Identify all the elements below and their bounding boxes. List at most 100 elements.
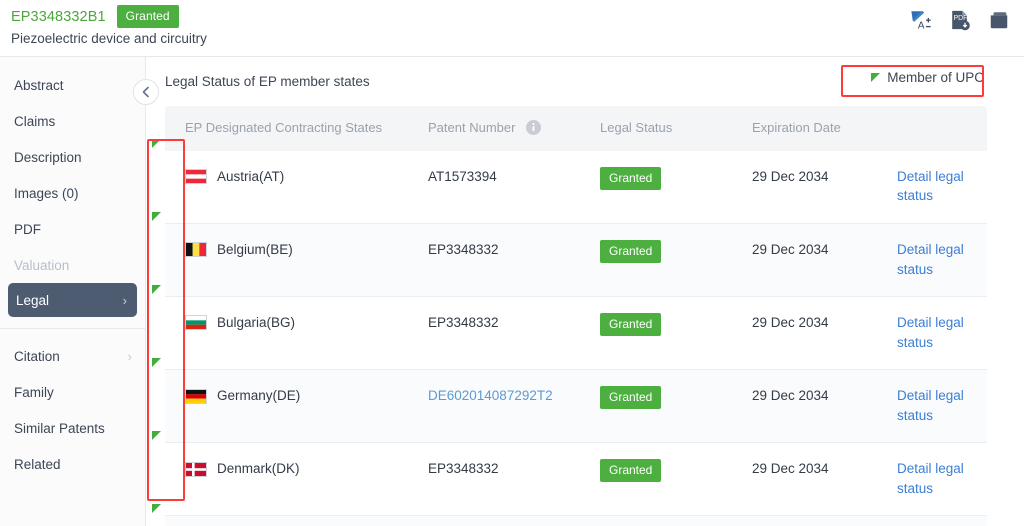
- upc-legend-label: Member of UPC: [887, 70, 984, 85]
- patent-number-value: EP3348332: [428, 315, 499, 331]
- pdf-download-icon[interactable]: PDF: [949, 9, 971, 31]
- cell-state: Belgium(BE): [152, 211, 408, 298]
- sidebar-item-label: Abstract: [14, 77, 64, 93]
- cell-expiration-date: 29 Dec 2034: [732, 150, 877, 224]
- patent-number-value: EP3348332: [428, 241, 499, 257]
- sidebar-item-claims[interactable]: Claims: [0, 103, 145, 139]
- sidebar-item-label: Valuation: [14, 257, 70, 273]
- status-badge: Granted: [600, 239, 662, 263]
- status-badge: Granted: [600, 313, 662, 337]
- detail-legal-status-link[interactable]: Detail legal status: [897, 242, 964, 277]
- legal-status-page: EP3348332B1 Granted Piezoelectric device…: [0, 0, 1024, 526]
- cell-state: Estonia(EE): [152, 504, 408, 526]
- chevron-right-icon: ›: [127, 348, 132, 364]
- cell-patent-number: EP3348332: [408, 442, 580, 517]
- cell-patent-number: EP3348332: [408, 296, 580, 371]
- upc-member-flag-icon: [152, 211, 161, 221]
- patent-number-value[interactable]: DE602014087292T2: [428, 388, 553, 403]
- table-row: Estonia(EE) Granted29 Dec 2034Detail lega…: [152, 504, 987, 526]
- sidebar-item-images[interactable]: Images (0): [0, 175, 145, 211]
- upc-flag-icon: [871, 73, 881, 82]
- country-flag-icon: [185, 169, 207, 185]
- country-name: Denmark(DK): [217, 461, 300, 477]
- cell-expiration-date: 29 Dec 2034: [732, 223, 877, 298]
- cell-legal-status: Granted: [580, 369, 732, 444]
- table-body: Austria(AT) AT1573394 Granted 29 Dec 2034 De…: [152, 138, 987, 526]
- sidebar-item-label: PDF: [14, 221, 41, 237]
- cell-legal-status: Granted: [580, 150, 732, 224]
- legal-status-panel: Legal Status of EP member states Member …: [147, 57, 1024, 526]
- cell-expiration-date: 29 Dec 2034: [732, 515, 877, 526]
- column-header-states: EP Designated Contracting States: [165, 106, 408, 151]
- detail-legal-status-link[interactable]: Detail legal status: [897, 169, 964, 204]
- country-name: Belgium(BE): [217, 241, 293, 257]
- cell-detail-link: Detail legal status: [877, 369, 987, 444]
- expiration-date-value: 29 Dec 2034: [752, 168, 829, 184]
- cell-detail-link: Detail legal status: [877, 296, 987, 371]
- country-name: Germany(DE): [217, 388, 301, 404]
- legal-status-table-wrapper: EP Designated Contracting States Patent …: [152, 106, 987, 526]
- sidebar-item-label: Claims: [14, 113, 56, 129]
- cell-patent-number: EP3348332: [408, 223, 580, 298]
- cell-expiration-date: 29 Dec 2034: [732, 442, 877, 517]
- sidebar-item-label: Family: [14, 384, 54, 400]
- upc-member-flag-icon: [152, 358, 161, 368]
- upc-member-flag-icon: [152, 431, 161, 441]
- expiration-date-value: 29 Dec 2034: [752, 241, 829, 257]
- patent-number-value: AT1573394: [428, 168, 497, 184]
- cell-detail-link: Detail legal status: [877, 223, 987, 298]
- upc-member-flag-icon: [152, 504, 161, 514]
- table-row: Denmark(DK) EP3348332 Granted 29 Dec 2034 De…: [152, 431, 987, 517]
- country-name: Bulgaria(BG): [217, 315, 296, 331]
- patent-header: EP3348332B1 Granted Piezoelectric device…: [0, 0, 1024, 57]
- sidebar-item-pdf[interactable]: PDF: [0, 211, 145, 247]
- sidebar-item-similar-patents[interactable]: Similar Patents: [0, 410, 145, 446]
- cell-state: Austria(AT): [152, 138, 408, 224]
- status-badge: Granted: [600, 459, 662, 483]
- detail-legal-status-link[interactable]: Detail legal status: [897, 461, 964, 496]
- cell-detail-link: Detail legal status: [877, 442, 987, 517]
- sidebar-item-label: Description: [14, 149, 82, 165]
- translate-text-size-icon[interactable]: A: [910, 9, 932, 31]
- expiration-date-value: 29 Dec 2034: [752, 315, 829, 331]
- sidebar-item-citation[interactable]: Citation ›: [0, 338, 145, 374]
- panel-title: Legal Status of EP member states: [165, 74, 370, 89]
- sidebar-item-legal[interactable]: Legal ›: [8, 283, 137, 317]
- upc-legend: Member of UPC: [871, 70, 984, 85]
- publication-row: EP3348332B1 Granted: [11, 5, 179, 28]
- cell-patent-number: AT1573394: [408, 150, 580, 224]
- sidebar-item-description[interactable]: Description: [0, 139, 145, 175]
- country-name: Austria(AT): [217, 168, 285, 184]
- cell-expiration-date: 29 Dec 2034: [732, 369, 877, 444]
- info-icon[interactable]: [526, 120, 542, 135]
- header-icon-group: A PDF: [910, 9, 1010, 31]
- column-header-patent-number: Patent Number: [408, 106, 580, 151]
- country-flag-icon: [185, 242, 207, 258]
- status-badge: Granted: [600, 166, 662, 190]
- table-header-row: EP Designated Contracting States Patent …: [165, 106, 987, 151]
- legal-status-table: EP Designated Contracting States Patent …: [152, 106, 987, 526]
- detail-legal-status-link[interactable]: Detail legal status: [897, 388, 964, 423]
- sidebar-collapse-button[interactable]: [133, 79, 159, 105]
- sidebar-nav: Abstract Claims Description Images (0) P…: [0, 57, 146, 526]
- sidebar-item-abstract[interactable]: Abstract: [0, 67, 145, 103]
- sidebar-item-label: Similar Patents: [14, 420, 105, 436]
- chevron-right-icon: ›: [122, 292, 127, 308]
- country-flag-icon: [185, 315, 207, 331]
- column-header-patent-number-label: Patent Number: [428, 120, 516, 135]
- sidebar-divider: [0, 328, 145, 329]
- column-header-expiration-date: Expiration Date: [732, 106, 877, 151]
- publication-number[interactable]: EP3348332B1: [11, 9, 106, 25]
- sidebar-item-valuation: Valuation: [0, 247, 145, 283]
- sidebar-item-related[interactable]: Related: [0, 446, 145, 482]
- sidebar-item-label: Related: [14, 456, 61, 472]
- sidebar-item-label: Citation: [14, 348, 60, 364]
- briefcase-icon[interactable]: [988, 9, 1010, 31]
- detail-legal-status-link[interactable]: Detail legal status: [897, 315, 964, 350]
- cell-detail-link: Detail legal status: [877, 515, 987, 526]
- sidebar-item-family[interactable]: Family: [0, 374, 145, 410]
- cell-state: Denmark(DK): [152, 431, 408, 517]
- expiration-date-value: 29 Dec 2034: [752, 388, 829, 404]
- upc-member-flag-icon: [152, 285, 161, 295]
- country-flag-icon: [185, 388, 207, 404]
